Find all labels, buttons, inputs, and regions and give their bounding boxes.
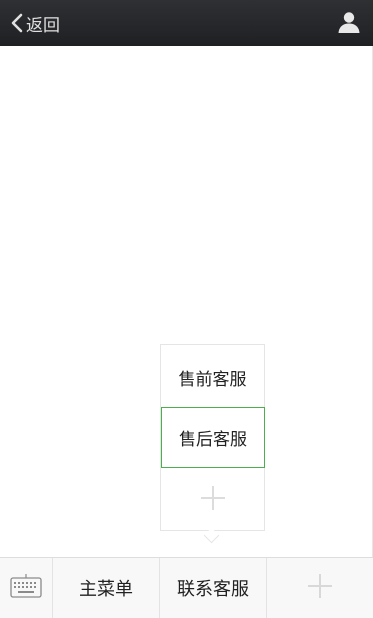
plus-icon xyxy=(199,484,227,516)
bottom-menu-bar: 主菜单 联系客服 xyxy=(0,557,373,618)
submenu-item-presales[interactable]: 售前客服 xyxy=(161,347,264,408)
plus-icon xyxy=(306,572,334,605)
top-bar: 返回 xyxy=(0,0,373,46)
menu-button-label: 联系客服 xyxy=(177,579,249,600)
menu-button-contact-service[interactable]: 联系客服 xyxy=(160,558,267,618)
back-label: 返回 xyxy=(26,15,60,36)
submenu-item-label: 售后客服 xyxy=(179,430,247,450)
submenu-add-button[interactable] xyxy=(161,469,264,531)
menu-button-label: 主菜单 xyxy=(79,579,133,600)
keyboard-icon xyxy=(10,573,42,603)
back-button[interactable]: 返回 xyxy=(10,0,60,46)
submenu-item-aftersales[interactable]: 售后客服 xyxy=(161,407,265,468)
chevron-left-icon xyxy=(10,12,24,34)
submenu-item-label: 售前客服 xyxy=(178,370,247,390)
keyboard-toggle-button[interactable] xyxy=(0,558,53,618)
menu-add-button[interactable] xyxy=(267,558,372,618)
user-icon[interactable] xyxy=(337,10,361,38)
submenu-popup: 售前客服 售后客服 xyxy=(160,344,265,531)
menu-button-main[interactable]: 主菜单 xyxy=(53,558,160,618)
